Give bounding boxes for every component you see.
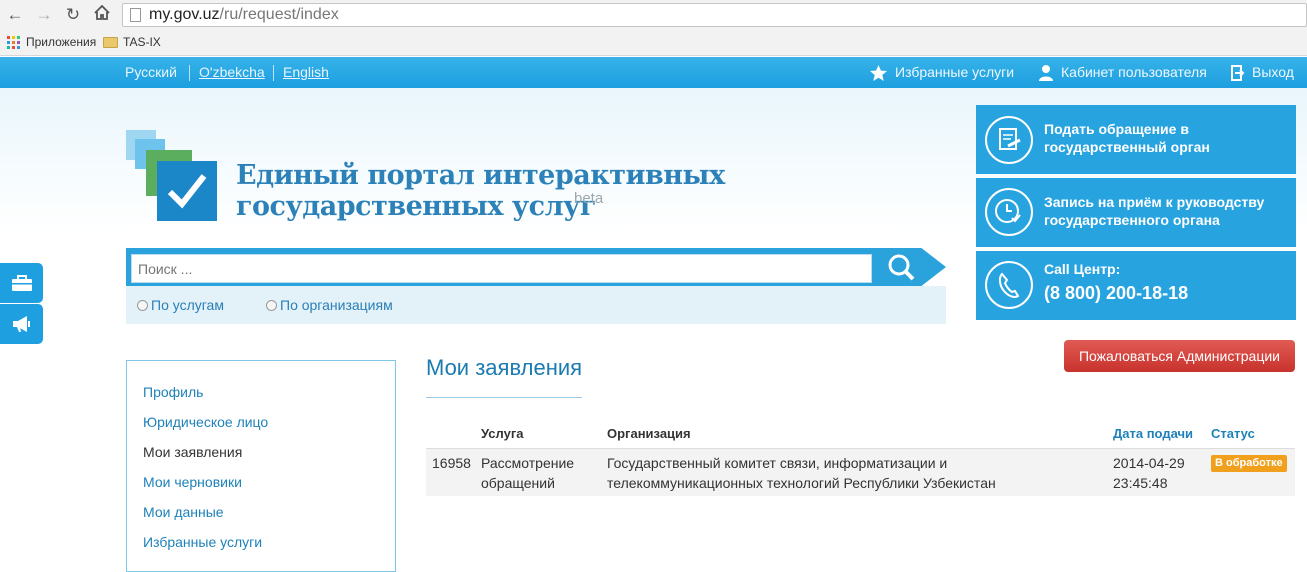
- menu-item-legal-entity[interactable]: Юридическое лицо: [143, 414, 268, 430]
- search-icon: [888, 254, 915, 281]
- lang-english[interactable]: English: [283, 57, 329, 88]
- request-organization: Государственный комитет связи, информати…: [607, 453, 996, 493]
- page-icon: [130, 8, 141, 22]
- star-icon: [869, 64, 888, 81]
- search-button[interactable]: [876, 250, 928, 284]
- bookmark-apps[interactable]: Приложения: [7, 31, 96, 53]
- home-icon[interactable]: [92, 4, 112, 25]
- radio-by-services-label: По услугам: [151, 297, 224, 313]
- forward-icon[interactable]: →: [34, 5, 54, 25]
- tile-call-center[interactable]: Call Центр: (8 800) 200-18-18: [976, 251, 1296, 320]
- briefcase-side-button[interactable]: [0, 263, 43, 303]
- lang-divider: [189, 65, 190, 81]
- tile-appointment[interactable]: Запись на приём к руководству государстве…: [976, 178, 1296, 247]
- status-badge: В обработке: [1211, 455, 1287, 472]
- radio-circle: [137, 299, 148, 311]
- portal-title-line2: государственных услуг: [236, 191, 596, 222]
- title-underline: [426, 397, 582, 398]
- cabinet-label: Кабинет пользователя: [1061, 64, 1207, 80]
- request-id: 16958: [432, 455, 471, 471]
- back-icon[interactable]: ←: [5, 5, 25, 25]
- request-date-line2: 23:45:48: [1113, 475, 1168, 491]
- portal-logo[interactable]: [126, 130, 218, 222]
- browser-chrome: ← → ↻ my.gov.uz/ru/request/index Приложе…: [0, 0, 1307, 56]
- tile-appointment-line1: Запись на приём к руководству: [1044, 194, 1265, 210]
- menu-item-my-requests[interactable]: Мои заявления: [143, 444, 242, 460]
- search-options: [126, 286, 946, 324]
- column-header-service: Услуга: [481, 426, 524, 441]
- phone-icon: [985, 261, 1033, 309]
- megaphone-side-button[interactable]: [0, 304, 43, 344]
- cabinet-link[interactable]: Кабинет пользователя: [1038, 57, 1207, 88]
- logout-label: Выход: [1252, 64, 1294, 80]
- url-host: my.gov.uz: [149, 6, 220, 23]
- lang-divider: [273, 65, 274, 81]
- clock-check-icon: [985, 188, 1033, 236]
- lang-uzbek[interactable]: O'zbekcha: [199, 57, 265, 88]
- request-org-line1: Государственный комитет связи, информати…: [607, 455, 948, 471]
- user-icon: [1039, 65, 1053, 81]
- bookmark-tasix-label: TAS-IX: [123, 35, 161, 49]
- portal-title-line1: Единый портал интерактивных: [236, 160, 725, 191]
- lang-russian[interactable]: Русский: [125, 57, 177, 88]
- column-header-status[interactable]: Статус: [1211, 426, 1255, 441]
- search-input[interactable]: [131, 254, 872, 283]
- logout-link[interactable]: Выход: [1230, 57, 1294, 88]
- folder-icon: [103, 36, 118, 48]
- request-service-line2: обращений: [481, 475, 555, 491]
- radio-circle: [266, 299, 277, 311]
- radio-by-services[interactable]: По услугам: [137, 297, 224, 313]
- tile-appeal-line2: государственный орган: [1044, 139, 1210, 155]
- address-bar[interactable]: my.gov.uz/ru/request/index: [122, 3, 1307, 27]
- complain-to-admin-button[interactable]: Пожаловаться Администрации: [1064, 340, 1295, 372]
- request-date-line1: 2014-04-29: [1113, 455, 1185, 471]
- menu-item-favorite-services[interactable]: Избранные услуги: [143, 534, 262, 550]
- call-center-phone: (8 800) 200-18-18: [1044, 283, 1189, 303]
- tile-appeal-line1: Подать обращение в: [1044, 121, 1189, 137]
- tile-appointment-line2: государственного органа: [1044, 212, 1220, 228]
- column-header-date[interactable]: Дата подачи: [1113, 426, 1193, 441]
- favorites-label: Избранные услуги: [895, 64, 1015, 80]
- radio-by-organizations-label: По организациям: [280, 297, 393, 313]
- page-title: Мои заявления: [426, 355, 583, 380]
- request-date: 2014-04-29 23:45:48: [1113, 453, 1185, 493]
- briefcase-icon: [11, 275, 32, 291]
- menu-item-profile[interactable]: Профиль: [143, 384, 203, 400]
- menu-item-my-drafts[interactable]: Мои черновики: [143, 474, 242, 490]
- favorites-link[interactable]: Избранные услуги: [869, 57, 1014, 88]
- menu-item-my-data[interactable]: Мои данные: [143, 504, 224, 520]
- request-service: Рассмотрение обращений: [481, 453, 574, 493]
- profile-menu: Профиль Юридическое лицо Мои заявления М…: [126, 360, 396, 572]
- bookmark-tasix[interactable]: TAS-IX: [103, 31, 161, 53]
- url-path: /ru/request/index: [219, 6, 339, 23]
- radio-by-organizations[interactable]: По организациям: [266, 297, 393, 313]
- tile-submit-appeal[interactable]: Подать обращение в государственный орган: [976, 105, 1296, 174]
- document-pen-icon: [985, 116, 1033, 164]
- logout-icon: [1231, 64, 1245, 81]
- apps-grid-icon: [7, 35, 20, 49]
- bookmark-apps-label: Приложения: [26, 35, 97, 49]
- call-center-label: Call Центр:: [1044, 261, 1121, 277]
- top-bar: Русский O'zbekcha English Избранные услу…: [0, 57, 1307, 88]
- reload-icon[interactable]: ↻: [63, 5, 83, 25]
- bookmarks-bar: Приложения TAS-IX: [0, 31, 1307, 53]
- request-org-line2: телекоммуникационных технологий Республи…: [607, 475, 996, 491]
- beta-label: beta: [574, 190, 604, 207]
- column-header-organization: Организация: [607, 426, 691, 441]
- request-service-line1: Рассмотрение: [481, 455, 575, 471]
- megaphone-icon: [12, 316, 30, 332]
